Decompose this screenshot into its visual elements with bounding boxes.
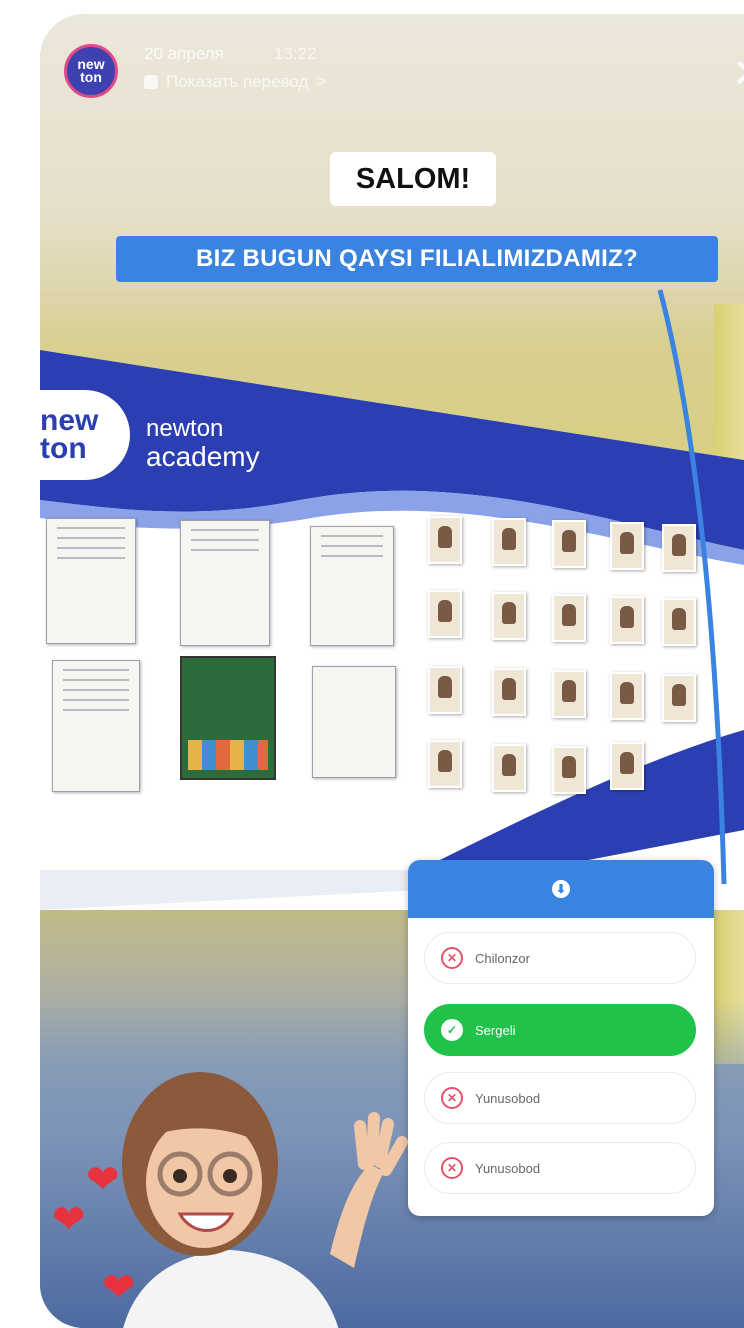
account-avatar[interactable]: new ton <box>64 44 118 98</box>
x-circle-icon: ✕ <box>441 947 463 969</box>
story-date: 20 апреля <box>144 44 224 63</box>
show-translation-link[interactable]: Показать перевод > <box>144 72 326 92</box>
quiz-sticker[interactable]: ⬇ ✕ Chilonzor ✓ Sergeli ✕ Yunusobod ✕ Yu… <box>408 860 714 1216</box>
translate-label: Показать перевод <box>166 72 309 91</box>
greeting-caption: SALOM! <box>330 152 496 206</box>
quiz-option[interactable]: ✕ Yunusobod <box>424 1142 696 1194</box>
x-circle-icon: ✕ <box>441 1087 463 1109</box>
translate-icon <box>144 75 158 89</box>
heart-icon: ❤ <box>86 1158 120 1202</box>
connector-line <box>657 289 727 885</box>
quiz-option-label: Yunusobod <box>475 1160 541 1176</box>
download-arrow-icon: ⬇ <box>552 880 570 898</box>
quiz-option[interactable]: ✕ Chilonzor <box>424 932 696 984</box>
quiz-option-correct[interactable]: ✓ Sergeli <box>424 1004 696 1056</box>
quiz-option-label: Chilonzor <box>475 950 530 966</box>
quiz-header: ⬇ <box>408 860 714 918</box>
quiz-option[interactable]: ✕ Yunusobod <box>424 1072 696 1124</box>
close-icon[interactable]: ✕ <box>732 54 744 94</box>
story-header: new ton 20 апреля 13:22 Показать перевод… <box>64 38 744 108</box>
question-caption: BIZ BUGUN QAYSI FILIALIMIZDAMIZ? <box>116 236 718 282</box>
avatar-line2: ton <box>80 69 102 85</box>
chevron-right-icon: > <box>316 72 327 91</box>
x-circle-icon: ✕ <box>441 1157 463 1179</box>
quiz-option-label: Sergeli <box>475 1022 516 1038</box>
check-circle-icon: ✓ <box>441 1019 463 1041</box>
quiz-option-label: Yunusobod <box>475 1090 541 1106</box>
heart-icon: ❤ <box>102 1266 136 1310</box>
heart-icon: ❤ <box>52 1198 86 1242</box>
story-time: 13:22 <box>274 44 317 63</box>
